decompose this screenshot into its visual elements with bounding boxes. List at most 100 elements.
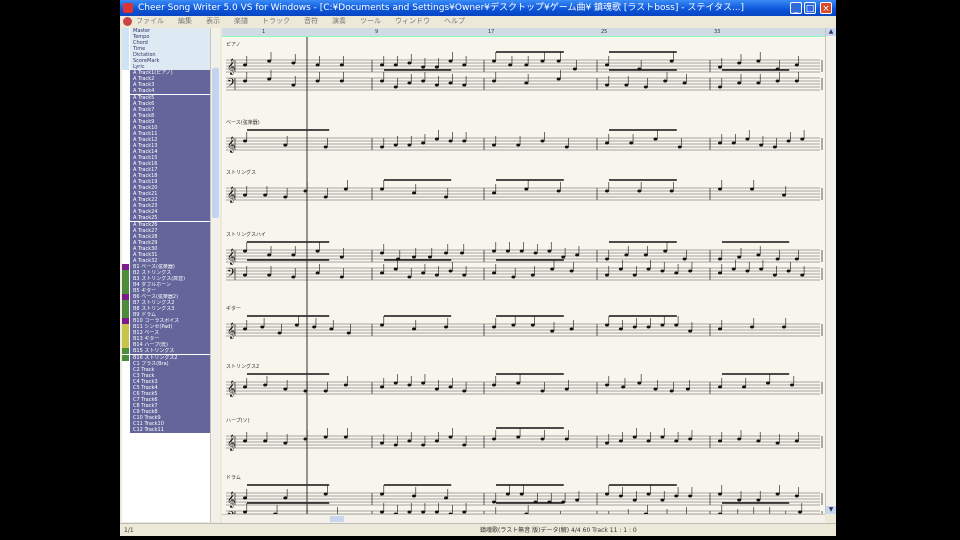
note-head — [339, 255, 344, 259]
note-head — [380, 63, 384, 67]
menu-item[interactable]: 楽譜 — [234, 17, 248, 25]
note-head — [444, 325, 448, 329]
note-head — [263, 383, 268, 387]
note-head — [243, 496, 247, 500]
menu-item[interactable]: 編集 — [178, 17, 192, 25]
score-canvas[interactable]: ピアノ𝄞𝄢ベース(弦楽器)𝄞ストリングス𝄞ストリングスハイ𝄞𝄢ギター𝄞ストリング… — [222, 28, 825, 514]
note-head — [516, 381, 521, 385]
menu-item[interactable]: トラック — [262, 17, 290, 25]
note-head — [294, 323, 299, 327]
measure-ruler[interactable]: 1 9 17 25 33 — [222, 28, 825, 37]
note-head — [519, 249, 524, 253]
menu-item[interactable]: 音符 — [304, 17, 318, 25]
note-head — [674, 271, 679, 275]
note-head — [637, 381, 642, 385]
note-head — [492, 143, 496, 147]
note-head — [511, 275, 516, 279]
minimize-button[interactable]: _ — [790, 2, 802, 14]
note-head — [745, 137, 750, 141]
scroll-thumb[interactable] — [212, 68, 219, 218]
scroll-up-arrow-icon[interactable]: ▲ — [826, 28, 836, 36]
score-horizontal-scrollbar[interactable] — [222, 514, 825, 523]
note-head — [448, 139, 453, 143]
treble-clef-icon: 𝄞 — [227, 323, 235, 339]
note-head — [794, 257, 799, 261]
treble-clef-icon: 𝄞 — [227, 249, 235, 265]
note-head — [718, 141, 722, 145]
note-head — [393, 381, 398, 385]
note-head — [511, 323, 516, 327]
note-head — [718, 385, 722, 389]
menu-item[interactable]: ファイル — [136, 17, 164, 25]
note-head — [653, 137, 658, 141]
note-head — [759, 143, 764, 147]
note-head — [243, 327, 247, 331]
note-head — [540, 139, 545, 143]
scroll-down-arrow-icon[interactable]: ▼ — [826, 506, 836, 514]
note-head — [718, 85, 722, 89]
scroll-thumb[interactable] — [330, 516, 344, 522]
note-head — [550, 329, 555, 333]
menu-item[interactable]: ウィンドウ — [395, 17, 430, 25]
note-head — [407, 61, 412, 65]
note-head — [380, 251, 384, 255]
menu-item[interactable]: ヘルプ — [444, 17, 465, 25]
note-head — [434, 273, 439, 277]
note-head — [243, 63, 247, 67]
track-list-scrollbar[interactable] — [210, 28, 220, 522]
note-head — [737, 81, 742, 85]
note-head — [572, 67, 577, 71]
note-head — [524, 81, 529, 85]
menu-item[interactable]: ツール — [360, 17, 381, 25]
note-head — [412, 191, 416, 195]
note-head — [380, 187, 384, 191]
note-head — [605, 492, 609, 496]
note-head — [492, 500, 496, 504]
menu-item[interactable]: 演奏 — [332, 17, 346, 25]
note-head — [524, 63, 529, 67]
note-head — [460, 251, 464, 255]
note-head — [516, 143, 521, 147]
note-head — [434, 83, 439, 87]
note-head — [547, 249, 552, 253]
note-head — [291, 275, 296, 279]
note-head — [677, 145, 682, 149]
close-button[interactable]: × — [820, 2, 832, 14]
note-head — [393, 443, 398, 447]
note-head — [448, 269, 453, 273]
note-head — [605, 441, 609, 445]
maximize-button[interactable]: □ — [804, 2, 816, 14]
note-head — [380, 145, 384, 149]
note-head — [718, 492, 722, 496]
note-head — [380, 441, 384, 445]
note-head — [462, 273, 467, 277]
treble-clef-icon: 𝄞 — [227, 187, 235, 203]
menu-item[interactable]: 表示 — [206, 17, 220, 25]
note-head — [772, 145, 777, 149]
app-icon[interactable] — [123, 3, 133, 13]
note-head — [718, 439, 722, 443]
note-head — [605, 383, 609, 387]
note-head — [434, 439, 439, 443]
note-head — [243, 139, 247, 143]
note-head — [393, 143, 398, 147]
staff-name: ハープ(ソ) — [226, 418, 250, 424]
score-view[interactable]: ピアノ 𝄞 𝄢 ベース(弦楽器) 𝄞 ストリングス 𝄞 ストリングスハイ 𝄞 𝄢 ギター 𝄞 ストリング… — [222, 28, 825, 514]
note-head — [508, 63, 513, 67]
note-head — [663, 79, 668, 83]
note-head — [444, 251, 448, 255]
note-head — [315, 79, 320, 83]
note-head — [737, 61, 742, 65]
note-head — [790, 383, 794, 387]
note-head — [605, 189, 609, 193]
track-row[interactable]: C12 Track11 — [122, 427, 220, 434]
score-vertical-scrollbar[interactable]: ▲ ▼ — [825, 28, 836, 514]
note-head — [660, 498, 665, 502]
measure-number: 25 — [601, 29, 608, 35]
document-icon[interactable] — [123, 17, 132, 26]
note-head — [315, 249, 320, 253]
title-bar[interactable]: Cheer Song Writer 5.0 VS for Windows - [… — [120, 0, 836, 16]
note-head — [291, 83, 296, 87]
note-head — [688, 437, 693, 441]
note-head — [283, 195, 288, 199]
